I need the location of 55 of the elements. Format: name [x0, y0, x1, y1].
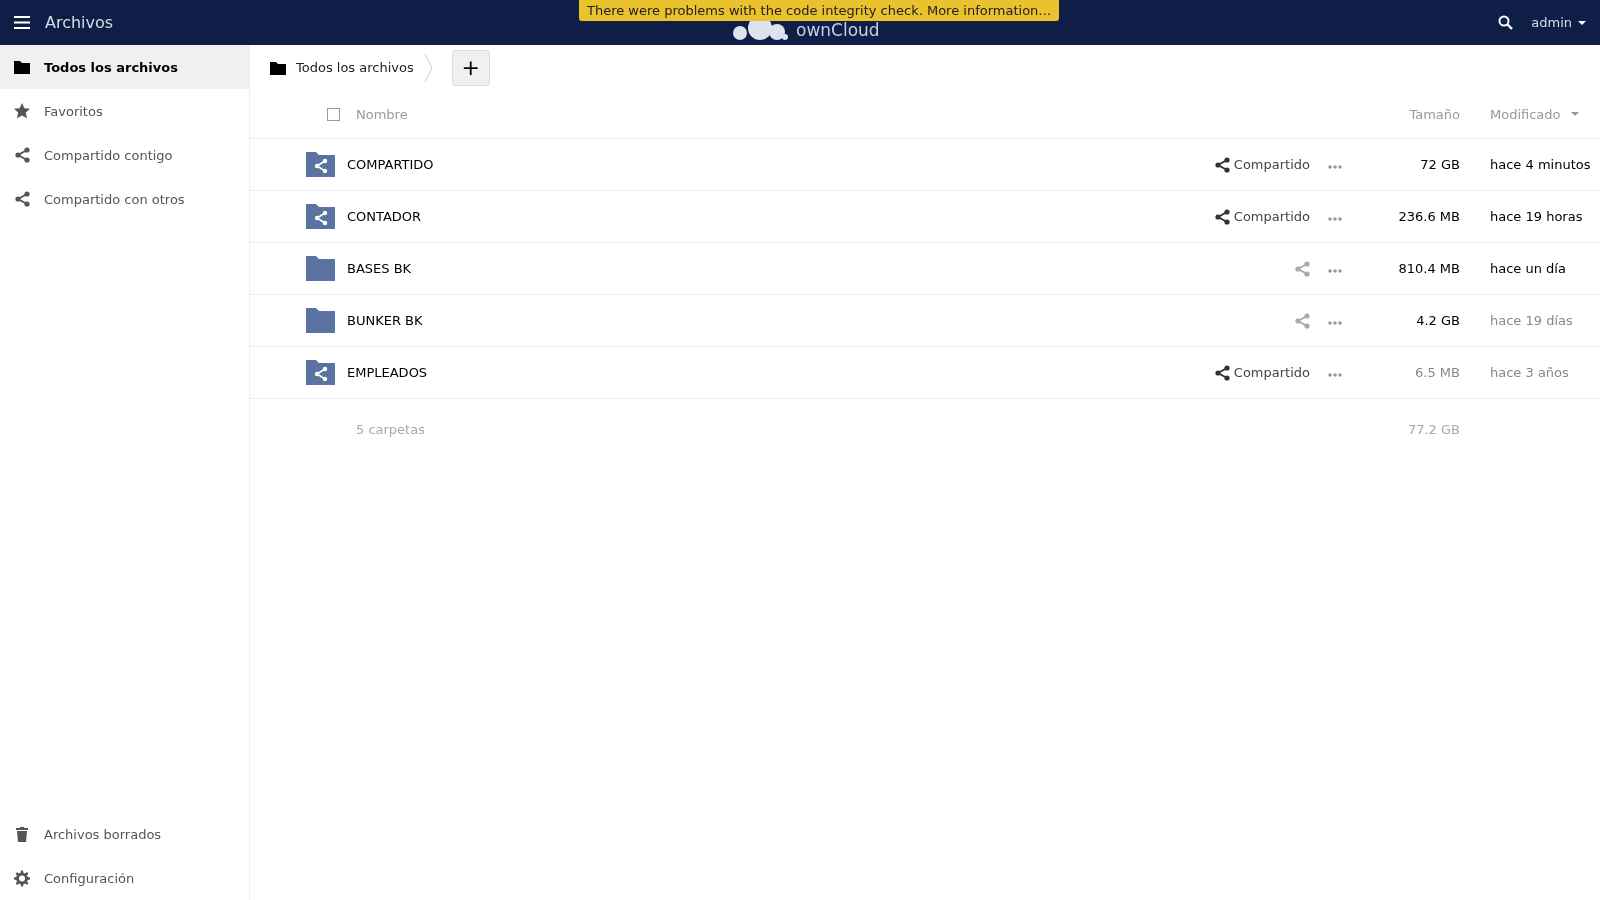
select-all-checkbox[interactable]: [327, 107, 340, 121]
more-options-icon[interactable]: [1328, 269, 1342, 273]
file-name[interactable]: CONTADOR: [347, 209, 422, 224]
breadcrumb-separator-icon: [423, 52, 434, 83]
settings-icon: [14, 869, 30, 887]
modified-date: hace 3 años: [1489, 365, 1570, 380]
more-options-icon[interactable]: [1328, 321, 1342, 325]
new-button[interactable]: +: [451, 49, 490, 86]
shared-link[interactable]: Compartido: [1214, 208, 1310, 225]
menu-icon[interactable]: [14, 16, 30, 29]
folder-count: 5 carpetas: [356, 421, 426, 437]
sidebar-item[interactable]: Compartido contigo: [0, 133, 249, 177]
share-icon: [14, 191, 30, 207]
modified-date: hace un día: [1489, 261, 1567, 276]
file-name[interactable]: BASES BK: [347, 261, 412, 276]
file-name[interactable]: COMPARTIDO: [347, 157, 434, 172]
breadcrumb[interactable]: Todos los archivos: [270, 60, 414, 75]
more-options-icon[interactable]: [1328, 373, 1342, 377]
more-options-icon[interactable]: [1328, 165, 1342, 169]
logo-text: ownCloud: [796, 20, 880, 40]
total-size: 77.2 GB: [1407, 421, 1460, 437]
sidebar-item[interactable]: Configuración: [0, 856, 249, 900]
file-size: 810.4 MB: [1398, 261, 1460, 276]
sidebar-item[interactable]: Favoritos: [0, 89, 249, 133]
user-menu[interactable]: admin: [1531, 15, 1586, 30]
sidebar-item[interactable]: Compartido con otros: [0, 177, 249, 221]
modified-date: hace 19 días: [1489, 313, 1574, 328]
more-options-icon[interactable]: [1328, 217, 1342, 221]
shared-icon: [1214, 156, 1230, 173]
share-icon: [14, 147, 30, 163]
shared-icon: [1214, 364, 1230, 381]
star-icon: [14, 103, 30, 119]
modified-date: hace 4 minutos: [1489, 157, 1592, 172]
share-icon[interactable]: [1295, 260, 1310, 277]
file-size: 4.2 GB: [1416, 313, 1460, 328]
search-icon[interactable]: [1498, 15, 1514, 30]
folder-icon: [14, 60, 30, 74]
file-size: 72 GB: [1420, 157, 1460, 172]
sort-caret-icon: [1570, 112, 1579, 116]
integrity-warning-banner[interactable]: There were problems with the code integrity check. More information…: [579, 0, 1060, 21]
file-size: 236.6 MB: [1398, 209, 1460, 224]
app-title: Archivos: [45, 13, 114, 32]
sidebar-item[interactable]: Archivos borrados: [0, 812, 249, 856]
modified-date: hace 19 horas: [1489, 209, 1584, 224]
caret-icon: [1578, 20, 1586, 25]
file-name[interactable]: BUNKER BK: [347, 313, 423, 328]
shared-link[interactable]: Compartido: [1214, 156, 1310, 173]
home-folder-icon: [270, 60, 286, 75]
sidebar-item[interactable]: Todos los archivos: [0, 45, 249, 89]
shared-icon: [1214, 208, 1230, 225]
share-icon[interactable]: [1295, 312, 1310, 329]
trash-icon: [15, 826, 29, 842]
shared-link[interactable]: Compartido: [1214, 364, 1310, 381]
file-size: 6.5 MB: [1415, 365, 1460, 380]
file-name[interactable]: EMPLEADOS: [347, 365, 428, 380]
